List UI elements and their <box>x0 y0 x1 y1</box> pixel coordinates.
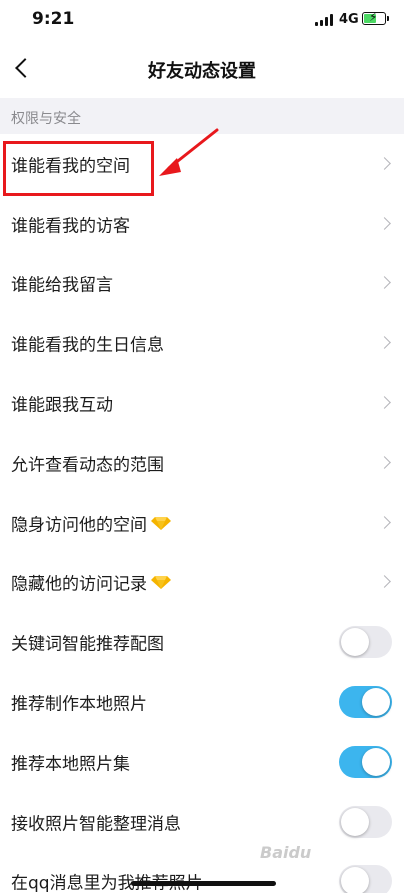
annotation-highlight-box <box>3 141 154 196</box>
toggle-knob <box>341 628 369 657</box>
toggle-knob <box>341 807 369 836</box>
settings-row[interactable]: 谁能跟我互动 <box>0 373 404 433</box>
settings-row-label: 谁能跟我互动 <box>11 395 113 416</box>
settings-row-label: 隐藏他的访问记录 <box>11 574 147 595</box>
gem-icon <box>151 516 171 530</box>
nav-bar: 好友动态设置 <box>0 44 404 94</box>
settings-row[interactable]: 谁能给我留言 <box>0 254 404 314</box>
settings-row: 在qq消息里为我推荐照片 <box>0 852 404 893</box>
network-label: 4G <box>339 12 359 27</box>
settings-row-label: 谁能看我的生日信息 <box>11 335 164 356</box>
status-time: 9:21 <box>32 9 75 29</box>
settings-row-label: 关键词智能推荐配图 <box>11 634 164 655</box>
settings-row-label: 推荐制作本地照片 <box>11 694 147 715</box>
status-bar: 9:21 4G ⚡ <box>0 0 404 44</box>
settings-row[interactable]: 隐藏他的访问记录 <box>0 553 404 613</box>
toggle-knob <box>362 688 390 717</box>
toggle-knob <box>362 747 390 776</box>
settings-row: 关键词智能推荐配图 <box>0 612 404 672</box>
chevron-right-icon <box>378 396 391 409</box>
settings-row[interactable]: 谁能看我的访客 <box>0 194 404 254</box>
settings-row-label: 允许查看动态的范围 <box>11 455 164 476</box>
settings-row-label: 推荐本地照片集 <box>11 754 130 775</box>
page-title: 好友动态设置 <box>148 61 256 82</box>
toggle-switch[interactable] <box>339 686 392 719</box>
toggle-switch[interactable] <box>339 805 392 838</box>
watermark: Baidu <box>260 843 312 862</box>
settings-list: 谁能看我的空间 谁能看我的访客 谁能给我留言 谁能看我的生日信息 谁能跟我互动 允许查看动… <box>0 134 404 893</box>
settings-row[interactable]: 谁能看我的生日信息 <box>0 313 404 373</box>
chevron-right-icon <box>378 336 391 350</box>
settings-row-label: 隐身访问他的空间 <box>11 515 147 536</box>
toggle-switch[interactable] <box>339 745 392 778</box>
settings-row: 推荐本地照片集 <box>0 732 404 792</box>
chevron-right-icon <box>378 276 391 290</box>
chevron-right-icon <box>378 157 391 170</box>
signal-icon <box>315 14 333 26</box>
home-indicator[interactable] <box>131 881 276 886</box>
chevron-right-icon <box>378 515 391 529</box>
settings-row-label: 接收照片智能整理消息 <box>11 814 181 835</box>
toggle-knob <box>341 867 369 893</box>
battery-icon: ⚡ <box>362 10 386 25</box>
battery-cap <box>387 16 389 21</box>
chevron-right-icon <box>378 575 391 589</box>
settings-row-label: 谁能看我的访客 <box>11 216 130 237</box>
chevron-right-icon <box>378 456 391 469</box>
settings-row: 推荐制作本地照片 <box>0 672 404 732</box>
gem-icon <box>151 576 171 590</box>
annotation-arrow-icon <box>159 128 219 176</box>
settings-row: 接收照片智能整理消息 <box>0 792 404 852</box>
settings-row-label: 谁能给我留言 <box>11 275 113 296</box>
toggle-switch[interactable] <box>339 865 392 893</box>
chevron-right-icon <box>378 216 391 230</box>
toggle-switch[interactable] <box>339 626 392 659</box>
settings-row[interactable]: 允许查看动态的范围 <box>0 433 404 493</box>
settings-row[interactable]: 隐身访问他的空间 <box>0 493 404 553</box>
section-title: 权限与安全 <box>11 111 81 127</box>
